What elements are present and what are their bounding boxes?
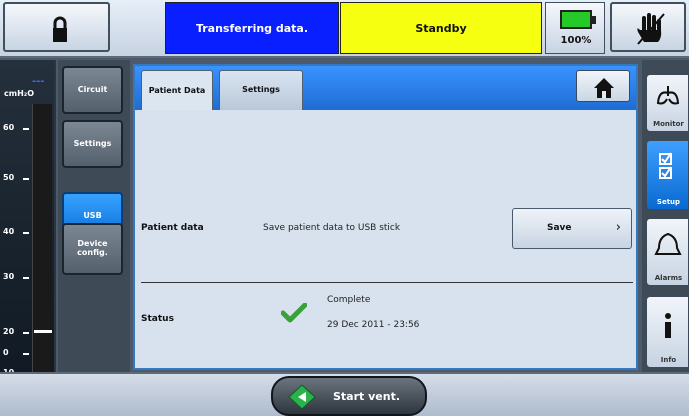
pressure-gauge: --- cmH₂O 60 50 40 30 20 10 — [0, 60, 56, 404]
main-panel: Patient Data Settings Patient data Save … — [133, 64, 638, 370]
tick-40: 40 — [3, 227, 30, 236]
standby-status: Standby — [340, 2, 542, 54]
start-diamond-icon — [288, 384, 316, 410]
pressure-unit: cmH₂O — [4, 89, 35, 98]
info-icon — [665, 313, 671, 338]
nav-monitor-label: Monitor — [653, 120, 684, 128]
battery-indicator: 100% — [545, 2, 605, 54]
nav-info-label: Info — [660, 356, 677, 364]
tick-50: 50 — [3, 173, 30, 182]
lungs-icon — [656, 86, 680, 105]
lock-button[interactable] — [3, 2, 110, 52]
battery-percent: 100% — [560, 35, 592, 46]
status-value: Complete — [327, 295, 371, 305]
pressure-level-marker — [34, 330, 52, 333]
tab-settings[interactable]: Settings — [219, 70, 303, 110]
lock-icon — [53, 16, 67, 42]
bottom-bar: Start vent. — [0, 372, 689, 416]
tab-bar: Patient Data Settings — [135, 66, 636, 111]
tab-patient-data[interactable]: Patient Data — [141, 70, 213, 111]
pressure-tube — [32, 104, 52, 404]
patient-data-content: Patient data Save patient data to USB st… — [135, 110, 636, 368]
nav-monitor[interactable]: Monitor — [646, 74, 689, 132]
right-nav: Monitor Setup Alarms Info — [642, 60, 689, 372]
tick-0: 0 — [3, 348, 28, 357]
patient-data-label: Patient data — [141, 223, 204, 233]
divider — [141, 282, 633, 283]
tick-30: 30 — [3, 272, 30, 281]
tick-60: 60 — [3, 123, 30, 132]
alarm-silence-button[interactable] — [610, 2, 686, 52]
status-timestamp: 29 Dec 2011 - 23:56 — [327, 320, 420, 330]
patient-data-description: Save patient data to USB stick — [263, 223, 401, 233]
save-button[interactable]: Save › — [512, 208, 632, 249]
checklist-icon — [659, 152, 672, 179]
chevron-right-icon: › — [615, 220, 621, 235]
checkmark-icon — [281, 303, 307, 323]
status-label: Status — [141, 314, 174, 324]
hand-icon — [637, 13, 665, 45]
bell-icon — [654, 232, 682, 255]
top-bar: Transferring data. Standby 100% — [0, 0, 689, 58]
nav-alarms[interactable]: Alarms — [646, 218, 689, 286]
tick-20: 20 — [3, 327, 30, 336]
home-icon — [594, 78, 614, 98]
save-button-label: Save — [547, 223, 572, 233]
start-vent-button[interactable]: Start vent. — [271, 376, 427, 416]
home-button[interactable] — [576, 70, 630, 102]
nav-info[interactable]: Info — [646, 296, 689, 368]
transfer-status: Transferring data. — [165, 2, 339, 54]
nav-alarms-label: Alarms — [654, 274, 683, 282]
nav-setup[interactable]: Setup — [646, 140, 689, 210]
pressure-readout: --- — [32, 76, 45, 87]
start-vent-label: Start vent. — [333, 390, 401, 403]
tab-circuit[interactable]: Circuit — [62, 66, 123, 114]
tab-device-config[interactable]: Device config. — [62, 223, 123, 275]
nav-setup-label: Setup — [656, 198, 681, 206]
tab-settings-left[interactable]: Settings — [62, 120, 123, 168]
battery-icon — [560, 10, 596, 29]
left-tab-column: Circuit Settings USB Device config. — [58, 60, 130, 372]
